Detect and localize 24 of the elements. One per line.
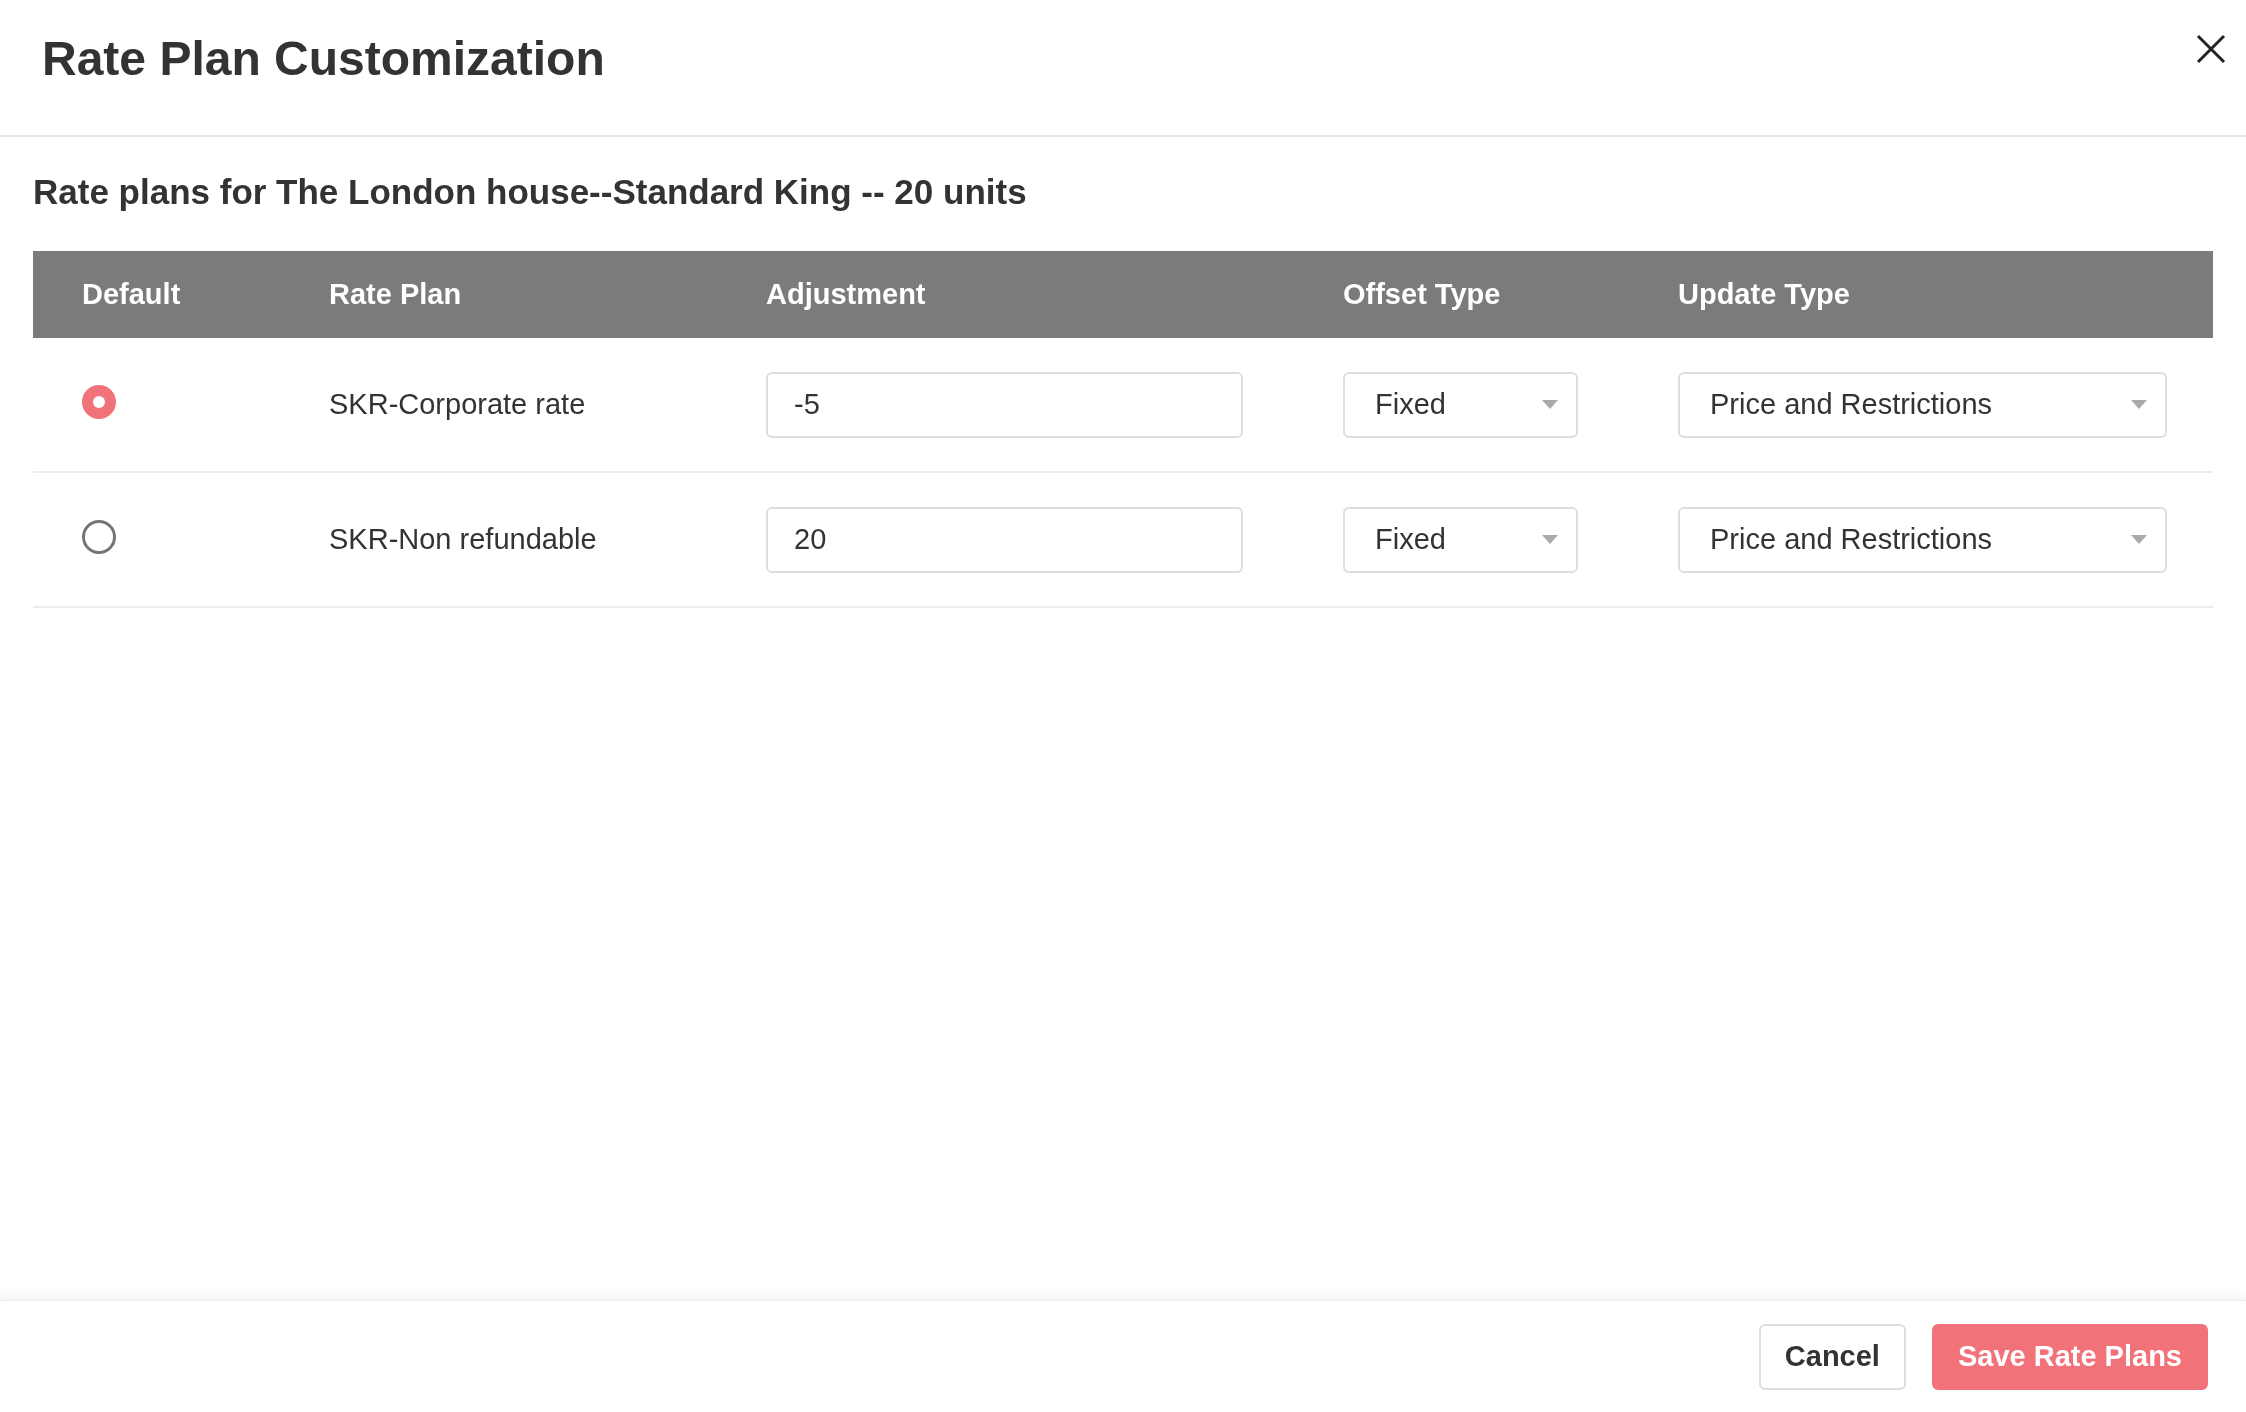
column-header: Rate Plan xyxy=(329,277,462,310)
caret-icon xyxy=(1542,535,1558,544)
rate-plan-name: SKR-Non refundable xyxy=(329,522,597,555)
cancel-button[interactable]: Cancel xyxy=(1758,1323,1906,1390)
caret-icon xyxy=(1542,400,1558,409)
column-header: Adjustment xyxy=(766,277,926,310)
caret-icon xyxy=(2131,400,2147,409)
adjustment-field[interactable]: -5 xyxy=(766,371,1243,438)
close-icon xyxy=(2194,32,2228,66)
close-button[interactable] xyxy=(2194,32,2228,66)
radio-button[interactable] xyxy=(82,519,116,554)
dialog-title: Rate Plan Customization xyxy=(42,31,605,87)
radio-button[interactable] xyxy=(82,384,116,419)
dropdown[interactable]: Price and Restrictions xyxy=(1678,506,2167,573)
column-header: Default xyxy=(82,277,181,310)
dropdown[interactable]: Price and Restrictions xyxy=(1678,371,2167,438)
dropdown[interactable]: Fixed xyxy=(1343,506,1578,573)
section-heading: Rate plans for The London house--Standard King -- 20 units xyxy=(33,171,1028,213)
column-header: Offset Type xyxy=(1343,277,1501,310)
rate-plan-name: SKR-Corporate rate xyxy=(329,387,586,420)
adjustment-field[interactable]: 20 xyxy=(766,506,1243,573)
column-header: Update Type xyxy=(1678,277,1850,310)
caret-icon xyxy=(2131,535,2147,544)
dropdown[interactable]: Fixed xyxy=(1343,371,1578,438)
